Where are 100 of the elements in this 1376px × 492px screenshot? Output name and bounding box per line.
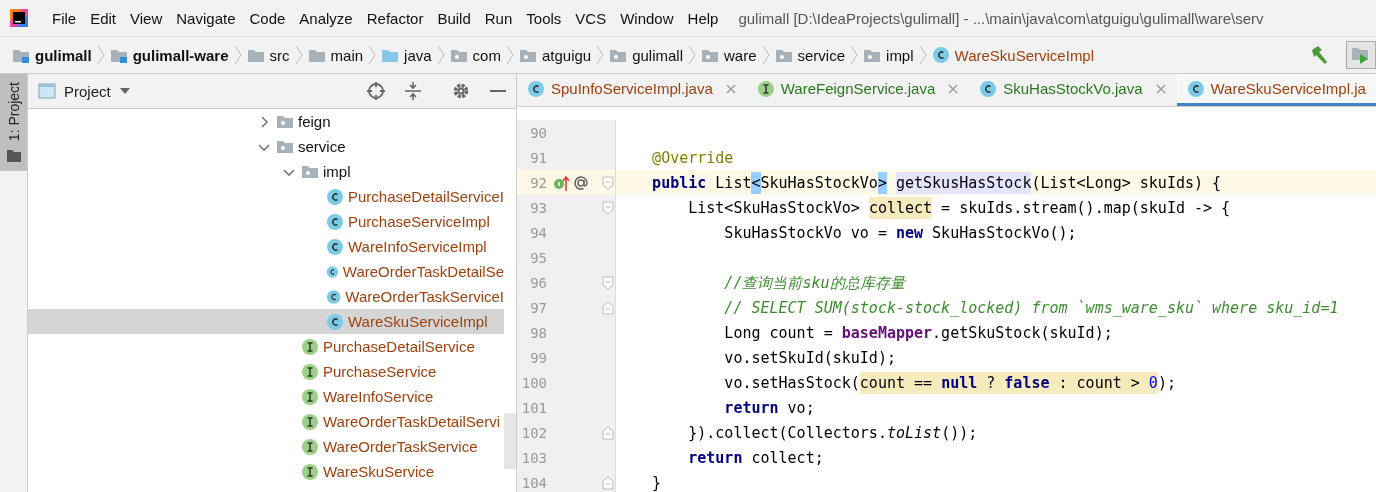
code-text: // SELECT SUM(stock-stock_locked) from `wms_ware_sku` where sku_id=1 — [723, 297, 1339, 319]
breadcrumb-item[interactable]: com — [449, 46, 501, 64]
tree-item[interactable]: PurchaseDetailServiceI — [28, 184, 504, 209]
menu-item[interactable]: Window — [620, 9, 674, 27]
interface-icon — [301, 462, 319, 481]
code-text: Long count = — [723, 322, 834, 344]
app-logo-icon — [8, 7, 30, 29]
tree-item[interactable]: impl — [28, 159, 504, 184]
tree-item[interactable]: PurchaseServiceImpl — [28, 209, 504, 234]
tree-item[interactable]: WareInfoService — [28, 384, 504, 409]
editor-tab[interactable]: WareFeignService.java — [746, 74, 970, 106]
fold-icon[interactable] — [602, 175, 615, 190]
chevron-right-icon — [760, 44, 771, 66]
class-icon — [931, 46, 950, 64]
folder-icon — [5, 149, 22, 164]
class-icon — [326, 212, 344, 231]
close-icon[interactable] — [1154, 82, 1167, 95]
breadcrumb-item[interactable]: impl — [863, 46, 914, 64]
breadcrumb-item[interactable]: service — [774, 46, 846, 64]
window-icon — [38, 83, 56, 99]
menu-item[interactable]: Edit — [90, 9, 117, 27]
code-text: return — [723, 397, 779, 419]
folder-icon — [701, 47, 719, 63]
folder-icon — [246, 47, 265, 63]
line-number: 91 — [529, 149, 548, 166]
folder-icon — [449, 47, 468, 63]
scrollbar-thumb[interactable] — [504, 413, 516, 469]
code-text: }).collect(Collectors. — [687, 422, 887, 444]
tree-item[interactable]: feign — [28, 109, 504, 134]
menu-item[interactable]: Help — [687, 9, 719, 27]
chevron-right-icon — [232, 44, 243, 66]
editor-tab[interactable]: SkuHasStockVo.java — [969, 74, 1177, 106]
run-config-button[interactable] — [1346, 41, 1376, 69]
class-icon — [979, 79, 998, 98]
class-icon — [326, 237, 344, 256]
tree-item[interactable]: service — [28, 134, 504, 159]
tree-item[interactable]: WareOrderTaskService — [28, 434, 504, 459]
class-icon — [527, 79, 545, 98]
class-icon — [1186, 79, 1205, 98]
menu-item[interactable]: Tools — [526, 9, 562, 27]
breadcrumb-item[interactable]: gulimall — [609, 46, 683, 64]
tree-item[interactable]: PurchaseDetailService — [28, 334, 504, 359]
breadcrumb-item[interactable]: java — [381, 46, 432, 64]
breadcrumb-item[interactable]: WareSkuServiceImpl — [931, 46, 1095, 64]
close-icon[interactable] — [947, 82, 960, 95]
menu-item[interactable]: Refactor — [366, 9, 424, 27]
menu-item[interactable]: Build — [437, 9, 471, 27]
breadcrumb-item[interactable]: atguigu — [518, 46, 592, 64]
chevron-right-icon — [687, 44, 697, 66]
panel-title[interactable]: Project — [64, 82, 111, 100]
caret-down-icon[interactable] — [118, 87, 131, 95]
breadcrumb-item[interactable]: gulimall-ware — [109, 46, 229, 64]
close-icon[interactable] — [724, 82, 737, 95]
menu-item[interactable]: Analyze — [299, 9, 353, 27]
project-tool-tab[interactable]: 1: Project — [0, 74, 27, 172]
tree-item[interactable]: WareSkuService — [28, 459, 504, 484]
chevron-right-icon — [95, 44, 106, 66]
tree-item[interactable]: WareSkuServiceImpl — [28, 309, 504, 334]
tree-item[interactable]: PurchaseService — [28, 359, 504, 384]
target-icon[interactable] — [366, 81, 386, 101]
code-text: public — [651, 172, 707, 194]
breadcrumb-item[interactable]: src — [246, 46, 290, 64]
line-number: 94 — [529, 224, 548, 241]
tree-item[interactable]: WareInfoServiceImpl — [28, 234, 504, 259]
fold-icon[interactable] — [602, 200, 615, 215]
menu-item[interactable]: File — [52, 9, 77, 27]
settings-icon[interactable] — [452, 82, 470, 100]
editor-tab[interactable]: SpuInfoServiceImpl.java — [517, 74, 747, 106]
menu-item[interactable]: VCS — [575, 9, 607, 27]
tree-item[interactable]: WareOrderTaskServiceI — [28, 284, 504, 309]
fold-icon[interactable] — [602, 475, 615, 490]
code-text: SkuHasStockVo — [760, 172, 878, 194]
interface-icon — [301, 337, 319, 356]
fold-icon[interactable] — [602, 425, 615, 440]
tree-item[interactable]: WareOrderTaskDetailSe — [28, 259, 504, 284]
line-number: 95 — [529, 249, 548, 266]
fold-icon[interactable] — [602, 275, 615, 290]
fold-icon[interactable] — [602, 300, 615, 315]
annotation-icon[interactable] — [573, 174, 590, 191]
menu-item[interactable]: Code — [249, 9, 286, 27]
menu-item[interactable]: Navigate — [176, 9, 236, 27]
breadcrumb-item[interactable]: main — [307, 46, 364, 64]
minimize-icon[interactable] — [490, 89, 506, 93]
code-text: SkuHasStockVo vo = — [723, 222, 888, 244]
folder-icon — [276, 114, 294, 129]
menu-item[interactable]: Run — [484, 9, 513, 27]
line-number: 101 — [520, 399, 548, 416]
breadcrumb-item[interactable]: ware — [701, 46, 757, 64]
tree-item[interactable]: WareOrderTaskDetailServi — [28, 409, 504, 434]
class-icon — [326, 287, 342, 306]
breadcrumb-item[interactable]: gulimall — [12, 46, 92, 64]
menu-item[interactable]: View — [130, 9, 163, 27]
folder-icon — [109, 47, 128, 63]
collapse-icon[interactable] — [404, 81, 422, 101]
implements-icon[interactable] — [553, 173, 570, 192]
code-text: new — [895, 222, 924, 244]
code-text: .getSkuStock(skuId); — [932, 322, 1113, 344]
line-number: 97 — [529, 299, 548, 316]
code-text: vo.setSkuId(skuId); — [723, 347, 896, 369]
editor-tab[interactable]: WareSkuServiceImpl.ja — [1176, 74, 1376, 106]
